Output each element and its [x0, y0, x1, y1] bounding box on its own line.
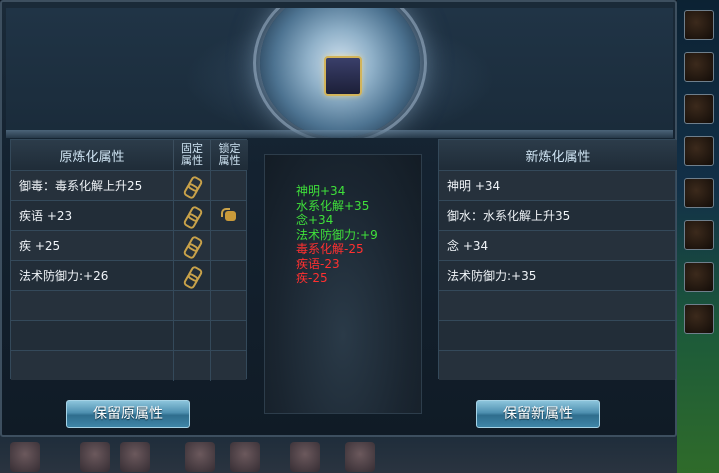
skill-slot-icon[interactable]	[684, 178, 714, 208]
skill-slot-icon[interactable]	[684, 262, 714, 292]
attribute-text: 御毒：毒系化解上升25	[19, 179, 143, 193]
hotbar-icon[interactable]	[230, 442, 260, 472]
skill-slot-icon[interactable]	[684, 220, 714, 250]
table-row[interactable]: 法术防御力:+35	[439, 260, 675, 290]
table-row[interactable]: 疾 +25	[11, 230, 248, 261]
lock-cell[interactable]	[211, 171, 248, 201]
skill-slot-icon[interactable]	[684, 304, 714, 334]
hotbar-icon[interactable]	[80, 442, 110, 472]
divider	[6, 130, 673, 138]
attribute-text: 疾 +25	[19, 239, 61, 253]
original-attributes-table: 原炼化属性 固定 属性 锁定 属性 御毒：毒系化解上升25 疾语 +23 疾 +25…	[10, 139, 248, 381]
keep-new-button[interactable]: 保留新属性	[476, 400, 600, 428]
fixed-cell	[174, 321, 211, 351]
table-row[interactable]	[439, 320, 675, 350]
chain-icon	[183, 267, 201, 285]
attribute-text: 法术防御力:+35	[447, 269, 537, 283]
table-row[interactable]: 神明 +34	[439, 170, 675, 200]
attribute-cell: 疾语 +23	[11, 201, 174, 231]
chain-icon	[183, 177, 201, 195]
fixed-cell	[174, 351, 211, 381]
attribute-text: 法术防御力:+26	[19, 269, 109, 283]
attribute-cell: 疾 +25	[11, 231, 174, 261]
table-row[interactable]	[439, 350, 675, 380]
table-row[interactable]: 念 +34	[439, 230, 675, 260]
lock-attribute-header: 锁定 属性	[211, 140, 248, 170]
skill-slot-icon[interactable]	[684, 10, 714, 40]
lock-cell[interactable]	[211, 261, 248, 291]
attribute-cell	[11, 291, 174, 321]
attribute-cell	[11, 321, 174, 351]
chain-icon	[183, 207, 201, 225]
attribute-text: 御水：水系化解上升35	[447, 209, 571, 223]
loss-line: 疾-25	[296, 271, 328, 285]
fixed-cell	[174, 171, 211, 201]
hotbar-icon[interactable]	[290, 442, 320, 472]
table-row[interactable]: 御毒：毒系化解上升25	[11, 170, 248, 201]
keep-original-button[interactable]: 保留原属性	[66, 400, 190, 428]
lock-cell[interactable]	[211, 201, 248, 231]
hotbar-icon[interactable]	[10, 442, 40, 472]
attribute-text: 念 +34	[447, 239, 489, 253]
fixed-cell	[174, 291, 211, 321]
new-attributes-table: 新炼化属性 神明 +34 御水：水系化解上升35 念 +34 法术防御力:+35	[438, 139, 677, 380]
new-attributes-header: 新炼化属性	[439, 140, 677, 170]
skill-slot-icon[interactable]	[684, 52, 714, 82]
lock-cell[interactable]	[211, 231, 248, 261]
equipment-item-icon[interactable]	[324, 56, 362, 96]
game-scene-right-edge	[677, 0, 719, 473]
table-row[interactable]	[11, 350, 248, 381]
comparison-panel: 神明+34 水系化解+35 念+34 法术防御力:+9 毒系化解-25 疾语-23 疾-25	[264, 154, 422, 414]
fixed-cell	[174, 201, 211, 231]
fixed-header-line2: 属性	[181, 154, 203, 167]
lock-cell[interactable]	[211, 291, 248, 321]
gain-line: 念+34	[296, 213, 334, 227]
attribute-text: 疾语 +23	[19, 209, 73, 223]
lock-header-line2: 属性	[218, 154, 241, 167]
table-row[interactable]: 疾语 +23	[11, 200, 248, 231]
hotbar-icon[interactable]	[345, 442, 375, 472]
loss-line: 疾语-23	[296, 256, 340, 271]
loss-line: 毒系化解-25	[296, 242, 364, 256]
refine-dialog: 原炼化属性 固定 属性 锁定 属性 御毒：毒系化解上升25 疾语 +23 疾 +25…	[0, 0, 677, 437]
chain-icon	[183, 237, 201, 255]
fixed-attribute-header: 固定 属性	[174, 140, 211, 170]
lock-cell[interactable]	[211, 321, 248, 351]
table-row[interactable]: 法术防御力:+26	[11, 260, 248, 291]
hotbar-icon[interactable]	[185, 442, 215, 472]
skill-slot-icon[interactable]	[684, 94, 714, 124]
table-row[interactable]	[11, 320, 248, 351]
attribute-cell: 法术防御力:+26	[11, 261, 174, 291]
attribute-cell: 御毒：毒系化解上升25	[11, 171, 174, 201]
original-attributes-header: 原炼化属性	[11, 140, 174, 170]
gain-line: 神明+34	[296, 184, 346, 198]
gain-line: 水系化解+35	[296, 198, 370, 213]
gain-line: 法术防御力:+9	[296, 227, 378, 242]
table-row[interactable]: 御水：水系化解上升35	[439, 200, 675, 230]
attribute-cell	[11, 351, 174, 381]
attribute-text: 神明 +34	[447, 179, 501, 193]
fixed-cell	[174, 231, 211, 261]
hotbar-icon[interactable]	[120, 442, 150, 472]
skill-slot-icon[interactable]	[684, 136, 714, 166]
table-row[interactable]	[439, 290, 675, 320]
fixed-cell	[174, 261, 211, 291]
lock-icon[interactable]	[220, 208, 238, 224]
lock-cell[interactable]	[211, 351, 248, 381]
table-row[interactable]	[11, 290, 248, 321]
